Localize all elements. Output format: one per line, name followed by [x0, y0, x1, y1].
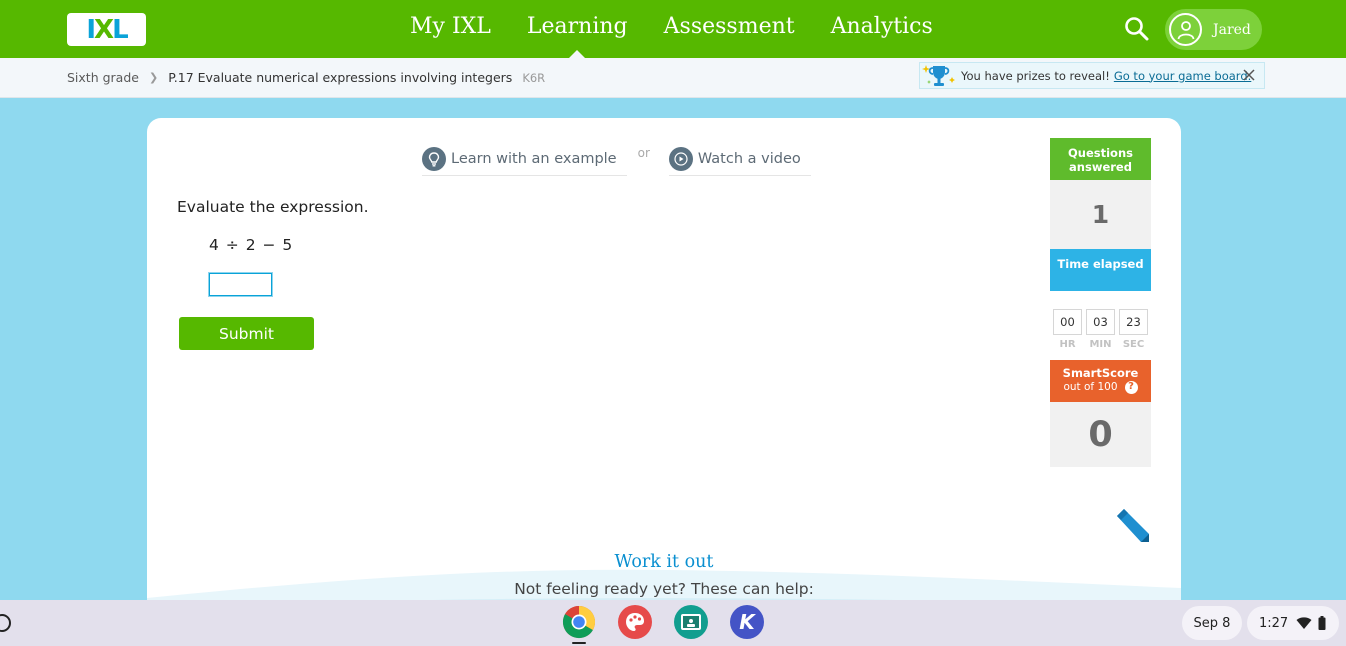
os-taskbar: K Sep 8 1:27 [0, 600, 1346, 646]
practice-card: Learn with an example or Watch a video E… [147, 118, 1181, 608]
smartscore-subtitle: out of 100 [1063, 381, 1118, 393]
pinned-apps: K [562, 605, 786, 644]
logo-letter-l: L [112, 14, 129, 45]
search-icon[interactable] [1124, 16, 1150, 42]
work-it-out-subtitle: Not feeling ready yet? These can help: [514, 580, 814, 598]
kami-letter: K [739, 610, 755, 634]
close-icon[interactable] [1242, 68, 1256, 82]
logo-letter-i: I [86, 14, 96, 45]
math-expression: 4 ÷ 2 − 5 [209, 236, 293, 254]
tray-status[interactable]: 1:27 [1247, 606, 1339, 640]
pencil-icon[interactable] [1111, 506, 1151, 546]
time-minutes-label: MIN [1089, 339, 1112, 350]
logo-letter-x: X [94, 14, 114, 45]
main-nav: My IXL Learning Assessment Analytics [392, 0, 951, 58]
learn-with-example-link[interactable]: Learn with an example [422, 142, 627, 176]
nav-assessment[interactable]: Assessment [646, 0, 813, 58]
wifi-icon [1296, 617, 1312, 629]
smartscore-value: 0 [1050, 402, 1151, 467]
tray-date[interactable]: Sep 8 [1182, 606, 1242, 640]
user-name: Jared [1213, 21, 1251, 38]
work-it-out-title: Work it out [614, 552, 714, 572]
questions-answered-header: Questions answered [1050, 138, 1151, 180]
game-board-link[interactable]: Go to your game board. [1114, 69, 1251, 83]
nav-my-ixl[interactable]: My IXL [392, 0, 509, 58]
watch-video-link[interactable]: Watch a video [668, 142, 811, 176]
breadcrumb-bar: Sixth grade ❯ P.17 Evaluate numerical ex… [0, 58, 1346, 98]
trophy-icon [922, 65, 955, 86]
launcher-icon[interactable] [0, 614, 11, 632]
questions-answered-value: 1 [1050, 180, 1151, 249]
kami-icon[interactable]: K [730, 605, 764, 639]
answer-input[interactable] [208, 272, 273, 297]
help-links: Learn with an example or Watch a video [422, 142, 811, 176]
time-seconds: 23 [1119, 309, 1148, 335]
tray-time: 1:27 [1259, 615, 1289, 631]
time-elapsed-header: Time elapsed [1050, 249, 1151, 291]
nav-analytics[interactable]: Analytics [813, 0, 951, 58]
chevron-right-icon: ❯ [148, 71, 159, 84]
play-icon [668, 146, 693, 171]
classroom-icon[interactable] [674, 605, 708, 639]
breadcrumb: Sixth grade ❯ P.17 Evaluate numerical ex… [67, 70, 545, 85]
breadcrumb-grade[interactable]: Sixth grade [67, 70, 139, 85]
user-menu[interactable]: Jared [1165, 9, 1262, 50]
time-seconds-label: SEC [1122, 339, 1145, 350]
time-hours: 00 [1053, 309, 1082, 335]
smartscore-header: SmartScore out of 100 ? [1050, 360, 1151, 402]
submit-button[interactable]: Submit [179, 317, 314, 350]
lightbulb-icon [422, 146, 446, 171]
stats-sidebar: Questions answered 1 Time elapsed 00 03 … [1050, 138, 1151, 467]
breadcrumb-skill: P.17 Evaluate numerical expressions invo… [168, 70, 513, 85]
or-divider: or [637, 146, 650, 160]
smartscore-title: SmartScore [1062, 366, 1139, 380]
user-avatar-icon [1169, 13, 1202, 46]
paint-icon[interactable] [618, 605, 652, 639]
battery-icon [1318, 616, 1326, 630]
question-prompt: Evaluate the expression. [177, 198, 369, 216]
time-minutes: 03 [1086, 309, 1115, 335]
learn-with-example-label: Learn with an example [451, 150, 617, 167]
top-nav: I X L My IXL Learning Assessment Analyti… [0, 0, 1346, 58]
skill-code: K6R [522, 70, 546, 85]
prize-text: You have prizes to reveal! [961, 68, 1110, 83]
chrome-icon[interactable] [562, 605, 596, 644]
time-elapsed-panel: 00 03 23 HR MIN SEC [1050, 291, 1151, 360]
watch-video-label: Watch a video [697, 150, 801, 167]
time-hours-label: HR [1059, 339, 1076, 350]
prize-banner: You have prizes to reveal! Go to your ga… [919, 62, 1265, 89]
nav-learning[interactable]: Learning [509, 0, 646, 58]
help-question-icon[interactable]: ? [1124, 380, 1138, 394]
ixl-logo[interactable]: I X L [67, 13, 146, 46]
